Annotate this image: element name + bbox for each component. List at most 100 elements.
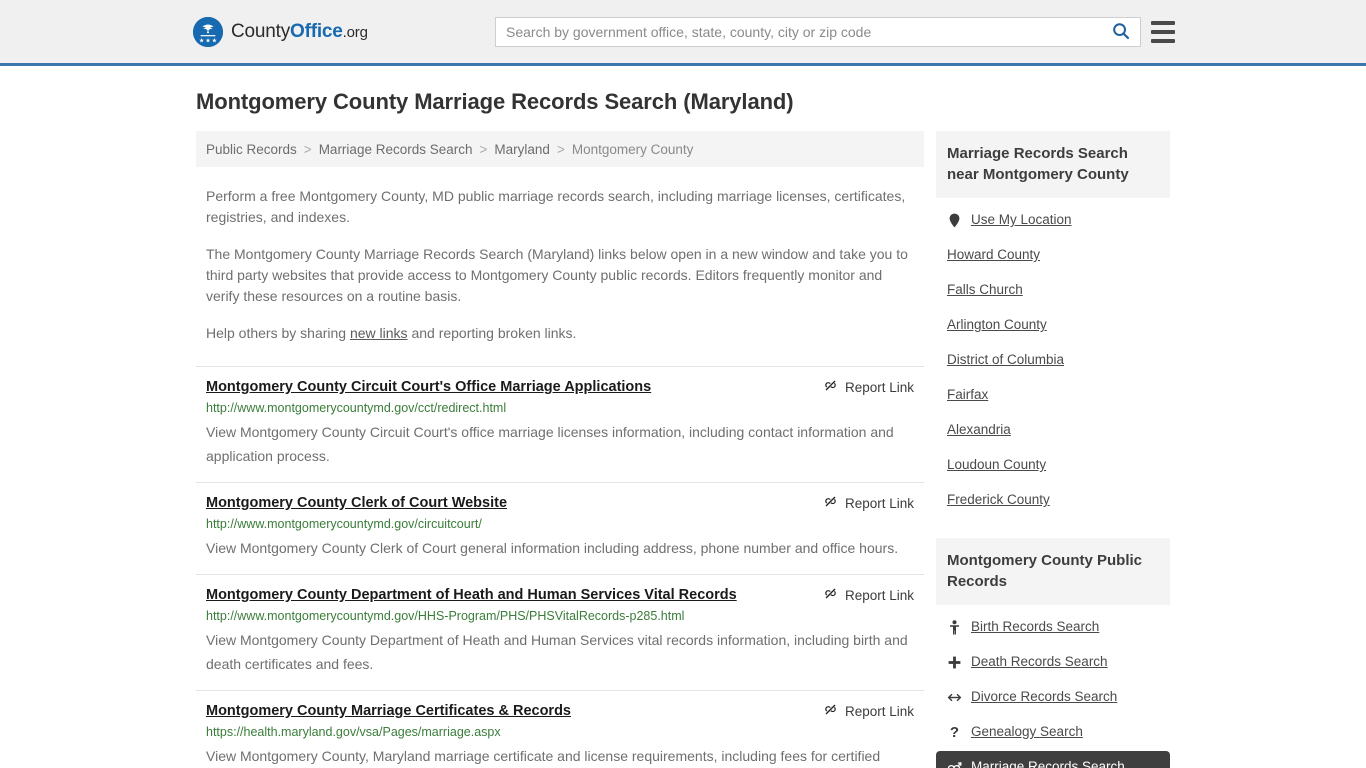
result-header: Montgomery County Department of Heath an… [206, 585, 914, 605]
intro-paragraph-2: The Montgomery County Marriage Records S… [206, 246, 908, 304]
sidebar-item-fairfax[interactable]: Fairfax [936, 379, 1170, 411]
sidebar-item-label: Howard County [947, 247, 1041, 262]
result-title-link[interactable]: Montgomery County Marriage Certificates … [206, 701, 571, 721]
result-title-link[interactable]: Montgomery County Circuit Court's Office… [206, 377, 651, 397]
new-links-link[interactable]: new links [350, 325, 408, 341]
search-icon [1112, 22, 1130, 43]
cross-icon [947, 656, 962, 669]
sidebar-panel-title: Montgomery County Public Records [936, 538, 1170, 605]
split-arrows-icon [947, 692, 962, 703]
sidebar-item-marriage-records-search[interactable]: Marriage Records Search [936, 751, 1170, 768]
result-header: Montgomery County Clerk of Court Website [206, 493, 914, 513]
sidebar-panel-public-records: Montgomery County Public Records Birth R… [936, 538, 1170, 768]
hamburger-bar [1151, 21, 1175, 25]
breadcrumb-item-marriage-records-search[interactable]: Marriage Records Search [319, 142, 473, 157]
sidebar-item-use-my-location[interactable]: Use My Location [936, 204, 1170, 236]
result-description: View Montgomery County Clerk of Court ge… [206, 540, 899, 556]
results-list: Montgomery County Circuit Court's Office… [196, 366, 924, 768]
hamburger-menu-icon[interactable] [1151, 19, 1175, 45]
sidebar-item-label: Genealogy Search [971, 724, 1083, 739]
report-link-label: Report Link [844, 703, 914, 719]
result-description: View Montgomery County, Maryland marriag… [206, 748, 881, 764]
broken-link-icon [823, 378, 838, 396]
report-link-label: Report Link [844, 379, 914, 395]
sidebar-panel-nearby: Marriage Records Search near Montgomery … [936, 131, 1170, 516]
page-title: Montgomery County Marriage Records Searc… [196, 89, 794, 114]
sidebar-item-label: Divorce Records Search [971, 689, 1118, 704]
breadcrumb: Public Records > Marriage Records Search… [196, 131, 924, 167]
search-bar [495, 17, 1141, 47]
report-link-button[interactable]: Report Link [823, 585, 914, 604]
result-header: Montgomery County Circuit Court's Office… [206, 377, 914, 397]
result-title-link[interactable]: Montgomery County Clerk of Court Website [206, 493, 507, 513]
map-pin-icon [947, 213, 962, 228]
sidebar-panel-links: Birth Records Search Death Records Searc… [936, 605, 1170, 768]
result-description: View Montgomery County Circuit Court's o… [206, 424, 894, 464]
broken-link-icon [823, 586, 838, 604]
sidebar-item-loudoun-county[interactable]: Loudoun County [936, 449, 1170, 481]
intro-p3-after: and reporting broken links. [407, 325, 577, 341]
result-title-link[interactable]: Montgomery County Department of Heath an… [206, 585, 737, 605]
sidebar-item-label: Falls Church [947, 282, 1023, 297]
sidebar-panel-title: Marriage Records Search near Montgomery … [936, 131, 1170, 198]
sidebar-item-howard-county[interactable]: Howard County [936, 239, 1170, 271]
question-mark-icon: ? [949, 723, 960, 741]
result-header: Montgomery County Marriage Certificates … [206, 701, 914, 721]
search-button[interactable] [1102, 18, 1140, 46]
sidebar-item-birth-records-search[interactable]: Birth Records Search [936, 611, 1170, 643]
sidebar: Marriage Records Search near Montgomery … [936, 131, 1170, 768]
site-logo[interactable]: CountyOffice.org [193, 16, 368, 47]
breadcrumb-item-public-records[interactable]: Public Records [206, 142, 297, 157]
sidebar-item-label: Alexandria [947, 422, 1011, 437]
sidebar-item-falls-church[interactable]: Falls Church [936, 274, 1170, 306]
breadcrumb-separator: > [479, 141, 488, 157]
gender-symbols-icon [947, 761, 962, 768]
main-column: Public Records > Marriage Records Search… [196, 131, 924, 768]
logo-text-org: .org [342, 23, 368, 41]
site-logo-text: CountyOffice.org [231, 21, 368, 43]
page-body: Montgomery County Marriage Records Searc… [0, 66, 1366, 768]
sidebar-item-label: Birth Records Search [971, 619, 1100, 634]
sidebar-item-arlington-county[interactable]: Arlington County [936, 309, 1170, 341]
result-url: http://www.montgomerycountymd.gov/cct/re… [206, 401, 507, 415]
breadcrumb-item-maryland[interactable]: Maryland [494, 142, 550, 157]
intro-paragraph-1: Perform a free Montgomery County, MD pub… [206, 188, 906, 225]
sidebar-item-label: Frederick County [947, 492, 1050, 507]
breadcrumb-separator: > [303, 141, 312, 157]
eagle-seal-icon [193, 16, 223, 47]
baby-icon [947, 619, 962, 635]
intro-p3-before: Help others by sharing [206, 325, 350, 341]
report-link-button[interactable]: Report Link [823, 377, 914, 396]
broken-link-icon [823, 494, 838, 512]
breadcrumb-item-montgomery-county: Montgomery County [571, 141, 694, 157]
sidebar-item-alexandria[interactable]: Alexandria [936, 414, 1170, 446]
hamburger-bar [1151, 39, 1175, 43]
hamburger-bar [1151, 30, 1175, 34]
result-item: Montgomery County Clerk of Court Website [196, 482, 924, 574]
report-link-button[interactable]: Report Link [823, 701, 914, 720]
result-item: Montgomery County Marriage Certificates … [196, 690, 924, 768]
sidebar-item-label: Use My Location [971, 212, 1072, 227]
search-input[interactable] [496, 18, 1102, 46]
result-url: http://www.montgomerycountymd.gov/circui… [206, 517, 482, 531]
intro-paragraph-3: Help others by sharing new links and rep… [206, 323, 914, 344]
sidebar-item-genealogy-search[interactable]: ? Genealogy Search [936, 716, 1170, 748]
result-url: http://www.montgomerycountymd.gov/HHS-Pr… [206, 609, 685, 623]
content-columns: Public Records > Marriage Records Search… [196, 131, 1366, 768]
sidebar-item-label: Fairfax [947, 387, 989, 402]
report-link-label: Report Link [844, 587, 914, 603]
logo-text-county: County [231, 20, 291, 42]
result-item: Montgomery County Circuit Court's Office… [196, 366, 924, 482]
report-link-label: Report Link [844, 495, 914, 511]
sidebar-item-district-of-columbia[interactable]: District of Columbia [936, 344, 1170, 376]
sidebar-item-divorce-records-search[interactable]: Divorce Records Search [936, 681, 1170, 713]
sidebar-item-frederick-county[interactable]: Frederick County [936, 484, 1170, 516]
sidebar-item-label: District of Columbia [947, 352, 1065, 367]
sidebar-item-death-records-search[interactable]: Death Records Search [936, 646, 1170, 678]
sidebar-item-label: Death Records Search [971, 654, 1108, 669]
site-header: CountyOffice.org [0, 0, 1366, 66]
sidebar-item-label: Arlington County [947, 317, 1047, 332]
result-description: View Montgomery County Department of Hea… [206, 632, 908, 672]
report-link-button[interactable]: Report Link [823, 493, 914, 512]
breadcrumb-separator: > [556, 141, 565, 157]
